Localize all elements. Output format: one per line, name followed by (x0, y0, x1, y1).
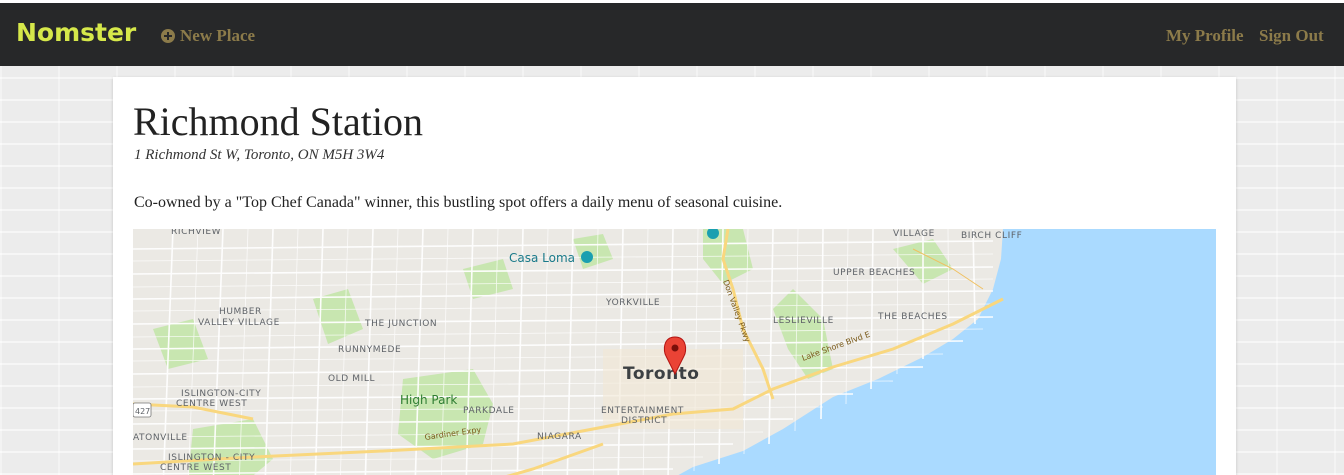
map-label-islington-centre: CENTRE WEST (176, 399, 247, 409)
map-label-parkdale: PARKDALE (463, 406, 515, 416)
map-label-islington: ISLINGTON-CITY (181, 389, 261, 399)
map-label-islington-lower: ISLINGTON - CITY (168, 453, 255, 463)
map-label-village: VILLAGE (893, 229, 935, 239)
map-label-runnymede: RUNNYMEDE (338, 345, 401, 355)
brand-logo[interactable]: Nomster (16, 18, 136, 48)
map-label-leslieville: LESLIEVILLE (773, 316, 834, 326)
plus-circle-icon (161, 29, 175, 43)
map-label-upper-beaches: UPPER BEACHES (833, 268, 915, 278)
place-address: 1 Richmond St W, Toronto, ON M5H 3W4 (134, 147, 385, 163)
new-place-label: New Place (180, 26, 256, 45)
map-label-niagara: NIAGARA (537, 432, 582, 442)
map-label-the-beaches: THE BEACHES (877, 312, 948, 322)
map-label-birch-cliff: BIRCH CLIFF (961, 231, 1022, 241)
casa-loma-pin-icon (581, 251, 593, 263)
place-description: Co-owned by a "Top Chef Canada" winner, … (134, 194, 783, 211)
map-label-humber: HUMBER (219, 307, 262, 317)
map-label-high-park: High Park (400, 393, 457, 407)
map-label-route-427: 427 (135, 407, 150, 416)
map-label-toronto: Toronto (623, 364, 700, 384)
new-place-link[interactable]: New Place (161, 25, 255, 47)
map-label-centre-west-lower: CENTRE WEST (160, 463, 231, 473)
map-label-richview: RICHVIEW (171, 229, 221, 237)
navbar: Nomster New Place My Profile Sign Out (0, 3, 1344, 66)
my-profile-link[interactable]: My Profile (1166, 25, 1244, 47)
place-title: Richmond Station (133, 99, 423, 144)
sign-out-link[interactable]: Sign Out (1259, 25, 1324, 47)
map-label-the-junction: THE JUNCTION (364, 319, 437, 329)
place-card: Richmond Station 1 Richmond St W, Toront… (113, 77, 1236, 475)
map-label-etonville: ATONVILLE (133, 433, 188, 443)
map-label-district: DISTRICT (621, 416, 667, 426)
map-label-humber-valley: VALLEY VILLAGE (198, 318, 280, 328)
location-map[interactable]: RICHVIEW Casa Loma VILLAGE BIRCH CLIFF U… (133, 229, 1216, 475)
map-label-casa-loma: Casa Loma (509, 251, 575, 265)
map-label-old-mill: OLD MILL (328, 374, 375, 384)
map-label-yorkville: YORKVILLE (605, 298, 660, 308)
map-label-entertainment: ENTERTAINMENT (601, 406, 684, 416)
